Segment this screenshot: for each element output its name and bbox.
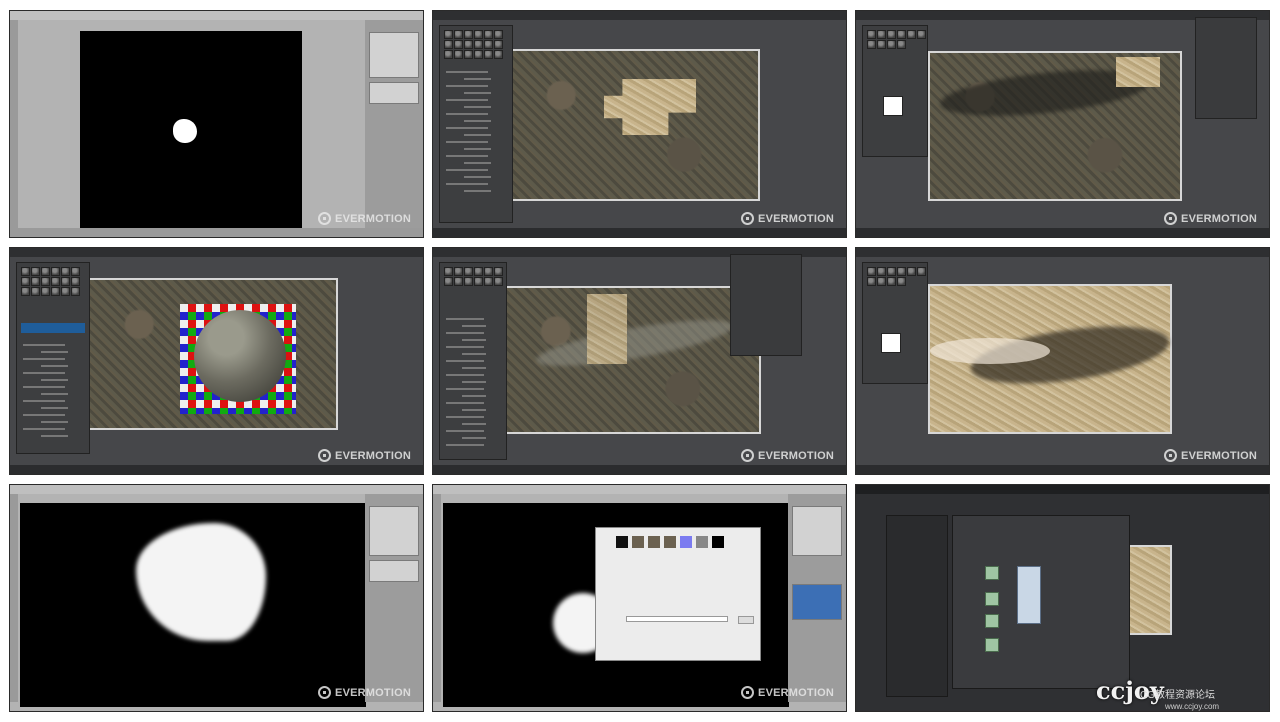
evermotion-logo-icon	[318, 686, 332, 699]
map-node[interactable]	[985, 592, 999, 606]
menu-bar[interactable]	[856, 485, 1269, 494]
tools-panel[interactable]	[433, 494, 441, 702]
save-button[interactable]	[738, 616, 754, 624]
layers-panel[interactable]	[788, 494, 846, 702]
mask-canvas[interactable]	[80, 31, 302, 231]
material-node[interactable]	[1017, 566, 1041, 624]
material-slots[interactable]	[867, 267, 926, 286]
tile-2-max: EVERMOTION	[432, 10, 847, 238]
ccjoy-subtitle: CG教程资源论坛	[1140, 690, 1215, 701]
tools-panel[interactable]	[10, 20, 18, 228]
map-node[interactable]	[985, 566, 999, 580]
properties-panel[interactable]	[1195, 17, 1257, 119]
tile-9-max	[855, 484, 1270, 712]
evermotion-watermark: EVERMOTION	[318, 686, 411, 699]
light-path	[930, 338, 1050, 364]
map-node[interactable]	[985, 614, 999, 628]
viewport[interactable]	[928, 284, 1173, 434]
vray-banner	[21, 323, 85, 333]
material-editor[interactable]	[439, 25, 513, 223]
evermotion-watermark: EVERMOTION	[318, 449, 411, 462]
status-bar	[10, 465, 423, 474]
mask-blob	[136, 523, 266, 641]
menu-bar[interactable]	[856, 248, 1269, 257]
material-editor[interactable]	[862, 25, 928, 157]
sand-patch	[587, 294, 627, 364]
material-slots[interactable]	[21, 267, 80, 296]
evermotion-watermark: EVERMOTION	[741, 686, 834, 699]
viewport[interactable]	[503, 286, 761, 434]
file-thumbnails	[616, 536, 724, 548]
viewport[interactable]	[510, 49, 760, 201]
properties-panel[interactable]	[730, 254, 802, 356]
material-preview-sphere	[194, 310, 286, 402]
command-panel[interactable]	[886, 515, 948, 697]
sand-patch	[1116, 57, 1160, 87]
evermotion-watermark: EVERMOTION	[741, 212, 834, 225]
ccjoy-url: www.ccjoy.com	[1165, 702, 1220, 711]
material-slots[interactable]	[867, 30, 926, 49]
curve-preview	[881, 333, 901, 353]
evermotion-logo-icon	[1164, 449, 1178, 462]
evermotion-logo-icon	[318, 449, 332, 462]
evermotion-logo-icon	[1164, 212, 1178, 225]
sand-patch	[604, 79, 696, 135]
material-editor[interactable]	[862, 262, 928, 384]
material-editor[interactable]	[439, 262, 507, 460]
viewport[interactable]	[928, 51, 1182, 201]
material-slots[interactable]	[444, 30, 503, 59]
layers-panel[interactable]	[365, 20, 423, 228]
status-bar	[433, 465, 846, 474]
status-bar	[10, 228, 423, 237]
menu-bar[interactable]	[10, 11, 423, 20]
menu-bar[interactable]	[10, 248, 423, 257]
curve-preview	[883, 96, 903, 116]
save-dialog[interactable]	[595, 527, 761, 661]
viewport[interactable]	[1128, 545, 1172, 635]
evermotion-logo-icon	[741, 212, 755, 225]
material-editor[interactable]	[16, 262, 90, 454]
evermotion-logo-icon	[318, 212, 332, 225]
evermotion-watermark: EVERMOTION	[318, 212, 411, 225]
tile-7-photoshop: EVERMOTION	[9, 484, 424, 712]
tile-4-max: EVERMOTION	[9, 247, 424, 475]
tile-1-photoshop: EVERMOTION	[9, 10, 424, 238]
evermotion-logo-icon	[741, 686, 755, 699]
slate-editor[interactable]	[952, 515, 1130, 689]
menu-bar[interactable]	[433, 11, 846, 20]
status-bar	[856, 465, 1269, 474]
mask-blob	[173, 119, 197, 143]
tile-6-max: EVERMOTION	[855, 247, 1270, 475]
tile-5-max: EVERMOTION	[432, 247, 847, 475]
path-shadow	[533, 310, 737, 376]
filename-field[interactable]	[626, 616, 728, 622]
menu-bar[interactable]	[433, 485, 846, 494]
tile-8-photoshop: EVERMOTION	[432, 484, 847, 712]
layers-panel[interactable]	[365, 494, 423, 702]
evermotion-watermark: EVERMOTION	[741, 449, 834, 462]
evermotion-watermark: EVERMOTION	[1164, 212, 1257, 225]
tile-3-max: EVERMOTION	[855, 10, 1270, 238]
map-node[interactable]	[985, 638, 999, 652]
tools-panel[interactable]	[10, 494, 18, 702]
status-bar	[856, 228, 1269, 237]
viewport[interactable]	[88, 278, 338, 430]
evermotion-logo-icon	[741, 449, 755, 462]
mask-canvas[interactable]	[20, 503, 366, 707]
menu-bar[interactable]	[10, 485, 423, 494]
material-slots[interactable]	[444, 267, 503, 286]
screenshot-grid: EVERMOTION EVERMOTION EVERMOTION EVERMOT…	[0, 0, 1280, 722]
evermotion-watermark: EVERMOTION	[1164, 449, 1257, 462]
status-bar	[433, 228, 846, 237]
